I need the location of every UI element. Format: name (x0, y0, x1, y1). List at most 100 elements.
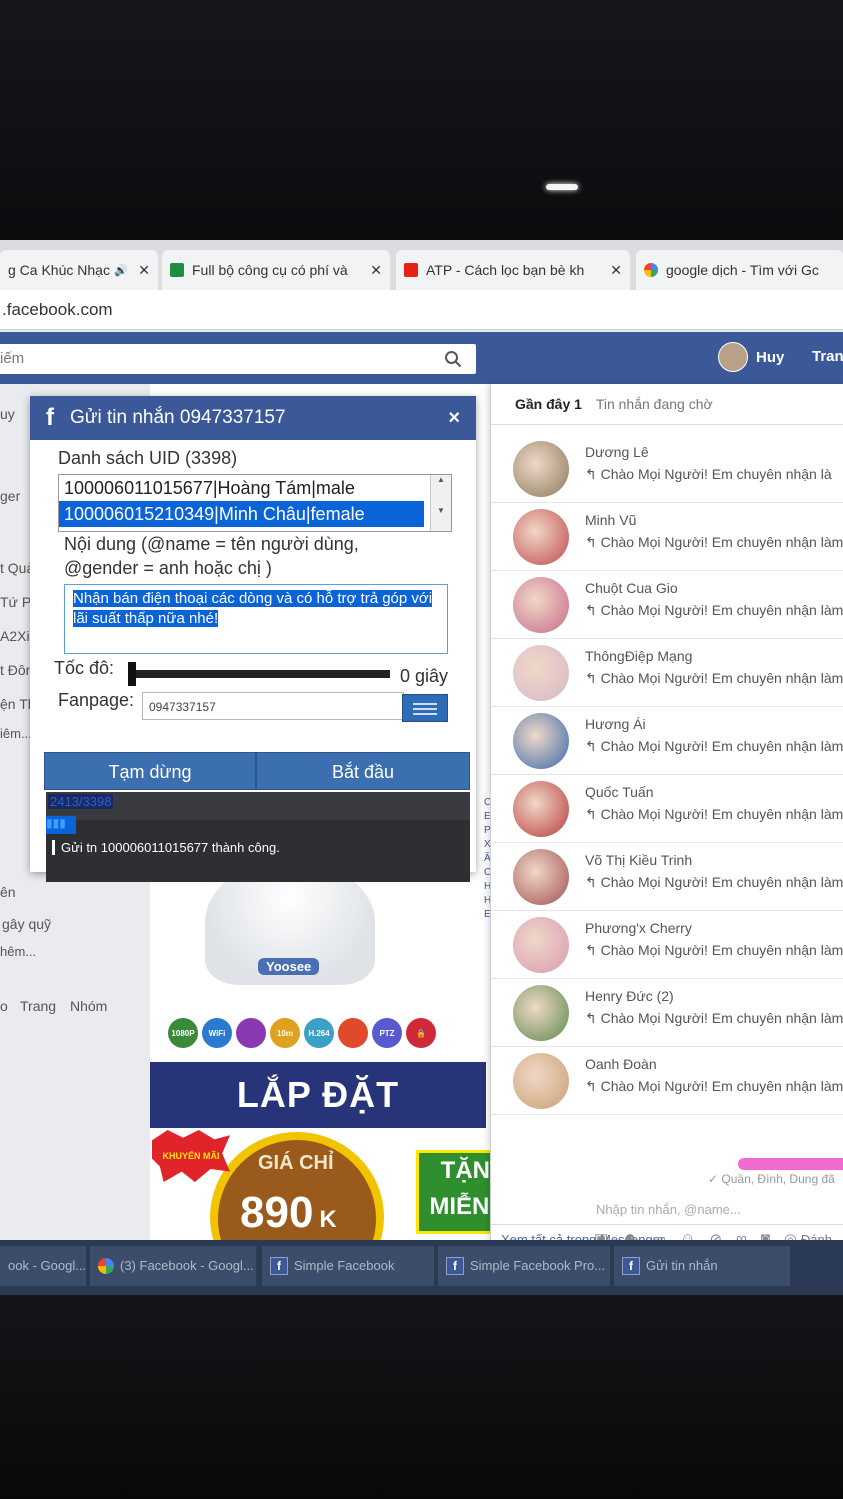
sheets-icon (170, 263, 184, 277)
sidebar-item[interactable]: ger (0, 488, 20, 504)
uid-item[interactable]: 100006011015677|Hoàng Tám|male (59, 475, 451, 501)
scroll-up-icon[interactable]: ▲ (431, 475, 451, 484)
fanpage-input[interactable]: 0947337157 (142, 692, 404, 720)
price-value: 890 K (240, 1188, 337, 1238)
conversation-item[interactable]: Võ Thị Kiều Trinh ↰ Chào Mọi Người! Em ch… (491, 842, 843, 911)
tab-pending[interactable]: Tin nhắn đang chờ (596, 396, 713, 412)
uid-item-selected[interactable]: 100006015210349|Minh Châu|female (59, 501, 424, 527)
uid-list-scrollbar[interactable]: ▲ ▼ (430, 475, 451, 531)
speed-slider[interactable] (128, 670, 390, 678)
sidebar-item[interactable]: uy (0, 406, 15, 422)
taskbar-label: Simple Facebook Pro... (470, 1258, 606, 1273)
ceiling-light-reflection (546, 184, 578, 190)
fanpage-menu-button[interactable] (402, 694, 448, 722)
avatar (513, 985, 569, 1041)
scroll-down-icon[interactable]: ▼ (431, 506, 451, 515)
search-placeholder: iếm (0, 350, 25, 367)
price-number: 890 (240, 1188, 314, 1237)
tab-tools[interactable]: Full bộ công cụ có phí và ✕ (162, 250, 390, 290)
tab-close-icon[interactable]: ✕ (606, 262, 622, 279)
sidebar-item[interactable]: gây quỹ (2, 916, 51, 932)
tab-close-icon[interactable]: ✕ (366, 262, 382, 279)
tab-recent[interactable]: Gần đây 1 (515, 396, 582, 412)
avatar (513, 509, 569, 565)
dialog-title: Gửi tin nhắn 0947337157 (70, 407, 286, 428)
brand-logo: Yoosee (258, 958, 320, 975)
lock-icon: 🔒 (406, 1018, 436, 1048)
tab-close-icon[interactable]: ✕ (134, 262, 150, 279)
speed-slider-thumb[interactable] (128, 662, 136, 686)
browser-tab-bar: g Ca Khúc Nhạc 🔊 ✕ Full bộ công cụ có ph… (0, 240, 843, 290)
conversation-item[interactable]: Minh Vũ ↰ Chào Mọi Người! Em chuyên nhận … (491, 502, 843, 571)
tab-atp[interactable]: ATP - Cách lọc bạn bè kh ✕ (396, 250, 630, 290)
conversation-item[interactable]: Hương Ái ↰ Chào Mọi Người! Em chuyên nhận… (491, 706, 843, 775)
facebook-header: iếm Huy Tran (0, 332, 843, 384)
taskbar-item[interactable]: f Simple Facebook (262, 1246, 434, 1286)
conversation-preview: ↰ Chào Mọi Người! Em chuyên nhận làm các (585, 1078, 843, 1094)
conversation-preview: ↰ Chào Mọi Người! Em chuyên nhận làm c (585, 874, 843, 890)
conversation-item[interactable]: Quốc Tuấn ↰ Chào Mọi Người! Em chuyên nhậ… (491, 774, 843, 843)
conversation-name: Minh Vũ (585, 512, 637, 528)
address-bar[interactable]: .facebook.com (0, 290, 843, 330)
sidebar-see-more[interactable]: hêm... (0, 944, 36, 959)
tab-google[interactable]: google dịch - Tìm với Gc (636, 250, 843, 290)
message-content-textarea[interactable]: Nhận bán điện thoại các dòng và có hỗ tr… (64, 584, 448, 654)
message-content-text: Nhận bán điện thoại các dòng và có hỗ tr… (73, 589, 439, 629)
taskbar-item[interactable]: f Gửi tin nhắn (614, 1246, 790, 1286)
avatar (513, 713, 569, 769)
taskbar-item[interactable]: f Simple Facebook Pro... (438, 1246, 610, 1286)
taskbar-item[interactable]: ook - Googl... (0, 1246, 86, 1286)
facebook-icon: f (46, 404, 54, 431)
uid-list[interactable]: 100006011015677|Hoàng Tám|male 100006015… (58, 474, 452, 532)
badge-1080p: 1080P (168, 1018, 198, 1048)
search-input[interactable]: iếm (0, 344, 476, 374)
taskbar-label: Gửi tin nhắn (646, 1258, 718, 1273)
conversation-item[interactable]: Dương Lê ↰ Chào Mọi Người! Em chuyên nhận… (491, 434, 843, 503)
taskbar-label: ook - Googl... (8, 1258, 86, 1273)
conversation-item[interactable]: Henry Đức (2) ↰ Chào Mọi Người! Em chuyên… (491, 978, 843, 1047)
nav-home-link[interactable]: Tran (812, 348, 843, 365)
taskbar-label: Simple Facebook (294, 1258, 395, 1273)
audio-icon: 🔊 (113, 264, 128, 277)
taskbar-item[interactable]: (3) Facebook - Googl... (90, 1246, 256, 1286)
conversation-preview: ↰ Chào Mọi Người! Em chuyên nhận làm cá (585, 1010, 843, 1026)
conversation-name: Oanh Đoàn (585, 1056, 657, 1072)
footer-link-pages[interactable]: Trang (20, 998, 56, 1014)
conversation-item[interactable]: ThôngĐiệp Mạng ↰ Chào Mọi Người! Em chuyê… (491, 638, 843, 707)
facebook-icon: f (270, 1257, 288, 1275)
conversation-item[interactable]: Phương'x Cherry ↰ Chào Mọi Người! Em chuy… (491, 910, 843, 979)
messenger-tabs: Gần đây 1 Tin nhắn đang chờ (491, 384, 843, 425)
footer-link-groups[interactable]: Nhóm (70, 998, 107, 1014)
conversation-item[interactable]: Chuột Cua Gio ↰ Chào Mọi Người! Em chuyên… (491, 570, 843, 639)
avatar (513, 441, 569, 497)
conversation-item[interactable]: Oanh Đoàn ↰ Chào Mọi Người! Em chuyên nhậ… (491, 1046, 843, 1115)
conversation-name: Hương Ái (585, 716, 646, 732)
conversation-preview: ↰ Chào Mọi Người! Em chuyên nhận làm c (585, 806, 843, 822)
avatar (513, 1053, 569, 1109)
user-name: Huy (756, 348, 785, 366)
taskbar-label: (3) Facebook - Googl... (120, 1258, 254, 1273)
progress-indicator: ▮▮▮ (46, 816, 76, 834)
conversation-preview: ↰ Chào Mọi Người! Em chuyên nhận làm (585, 602, 843, 618)
price-label: GIÁ CHỈ (258, 1152, 334, 1174)
sidebar-see-more[interactable]: iêm... (0, 726, 32, 741)
price-unit: K (319, 1206, 337, 1233)
profile-link[interactable]: Huy (718, 342, 784, 372)
close-icon[interactable]: × (448, 407, 460, 430)
wifi-icon: WiFi (202, 1018, 232, 1048)
log-panel: 2413/3398 ▮▮▮ Gửi tn 100006011015677 thà… (46, 792, 470, 882)
send-message-dialog: f Gửi tin nhắn 0947337157 × Danh sách UI… (30, 396, 476, 882)
progress-text: 2413/3398 (48, 794, 114, 809)
start-button[interactable]: Bắt đầu (256, 752, 470, 790)
conversation-name: Henry Đức (2) (585, 988, 674, 1004)
tab-music[interactable]: g Ca Khúc Nhạc 🔊 ✕ (0, 250, 158, 290)
sidebar-item[interactable]: ên (0, 884, 16, 900)
conversation-preview: ↰ Chào Mọi Người! Em chuyên nhận làm cá (585, 942, 843, 958)
search-icon[interactable] (444, 350, 462, 368)
fanpage-label: Fanpage: (58, 690, 135, 710)
conversation-name: Phương'x Cherry (585, 920, 692, 936)
sdcard-icon (338, 1018, 368, 1048)
pause-button[interactable]: Tạm dừng (44, 752, 256, 790)
footer-link[interactable]: o (0, 998, 8, 1014)
menu-icon-line (413, 713, 437, 715)
